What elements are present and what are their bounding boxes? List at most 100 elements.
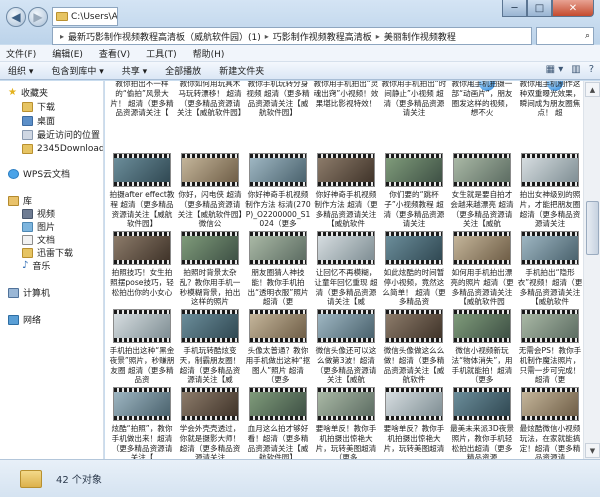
video-file-item[interactable]: 手机拍出“隐形衣”视频！超清（更多精品资源请关注【威航软件 (517, 231, 583, 309)
nav-computer[interactable]: 计算机 (8, 286, 103, 299)
vertical-scrollbar[interactable]: ▲ ▼ (583, 81, 600, 459)
search-box[interactable]: ⌕ (536, 27, 594, 45)
nav-2345downloads[interactable]: 2345Downloads (22, 142, 103, 155)
video-file-item[interactable]: 女生就是要自拍才会越来越漂亮 超清（更多精品资源请关注【威航 (449, 153, 515, 231)
video-file-item[interactable]: 让回忆不再模糊，让童年回忆重现 超清（更多精品资源请关注【威 (313, 231, 379, 309)
video-file-item[interactable]: 炫酷“拍照”，教你手机做出来！超清（更多精品资源请关注【 (109, 387, 175, 459)
menu-file[interactable]: 文件(F) (6, 47, 36, 60)
video-file-item[interactable]: 拍摄after effect教程 超清（更多精品资源请关注【威航软件园】 (109, 153, 175, 231)
nav-recent[interactable]: 最近访问的位置 (22, 128, 103, 141)
video-file-item[interactable]: 你们要的“跳杯子”小视频教程 超清（更多精品资源请关注 (381, 153, 447, 231)
video-thumbnail (521, 231, 579, 265)
video-file-item[interactable]: 最美未来派3D夜景照片，教你手机轻松拍出超清（更多精品资源 (449, 387, 515, 459)
minimize-icon: ─ (511, 2, 518, 14)
video-file-item[interactable]: 如何用手机拍出漂亮的照片 超清（更多精品资源请关注【威航软件园 (449, 231, 515, 309)
video-thumbnail (385, 387, 443, 421)
minimize-button[interactable]: ─ (502, 0, 527, 17)
music-note-icon: ♪ (22, 259, 29, 271)
nav-thunder-downloads[interactable]: 迅雷下载 (22, 246, 103, 259)
forward-button[interactable]: ▶ (28, 7, 48, 27)
video-file-item[interactable]: 教你用手机拍摄一部“动画片”，朋友圈发这样的视频，想不火 (449, 81, 515, 151)
video-file-item[interactable]: 血月这么拍才够好看！超清（更多精品资源请关注【威航软件园】 (245, 387, 311, 459)
video-file-item[interactable]: 教你用手机拍出“灵魂出窍”小视频！效果堪比影视特效！ (313, 81, 379, 151)
menu-edit[interactable]: 编辑(E) (52, 47, 83, 60)
recent-places-icon (22, 129, 33, 140)
nav-wps-cloud[interactable]: WPS云文档 (8, 167, 103, 180)
video-file-item[interactable]: 教你用手机制作这种双重曝光效果，瞬间成为朋友圈焦点！ 超 (517, 81, 583, 151)
video-thumbnail (385, 309, 443, 343)
video-file-item[interactable]: 你好神奇手机视频制作方法 标清(270P)_O2200000_S1024（更多 (245, 153, 311, 231)
video-file-item[interactable]: 要啥单反？教你手机拍摄出惊艳大片，玩转美图超清 (381, 387, 447, 459)
video-thumbnail (453, 309, 511, 343)
include-in-library-button[interactable]: 包含到库中 ▾ (51, 64, 103, 77)
help-icon[interactable]: ? (589, 64, 594, 75)
nav-network[interactable]: 网络 (8, 313, 103, 326)
video-file-item[interactable]: 手机拍出这种“黑金夜景”照片，秒赚朋友圈 超清（更多精品资 (109, 309, 175, 387)
menu-help[interactable]: 帮助(H) (193, 47, 225, 60)
video-file-item[interactable]: 微信小视频新玩法“物体消失”，用手机就能拍！超清（更多 (449, 309, 515, 387)
nav-libraries[interactable]: 库 (8, 194, 103, 207)
maximize-button[interactable]: □ (527, 0, 552, 17)
video-file-item[interactable]: 无需会PS！教你手机制作魔法照片，只需一步可完成！超清（更 (517, 309, 583, 387)
video-thumbnail (385, 231, 443, 265)
nav-music[interactable]: ♪ 音乐 (22, 259, 103, 272)
video-file-item[interactable]: 教你如何用玩具木马玩转漂移！ 超清（更多精品资源请关注【威航软件园】 (177, 81, 243, 151)
scroll-down-button[interactable]: ▼ (585, 443, 600, 458)
breadcrumb[interactable]: ▸ 最新巧影制作视频教程高清板（威航软件园）(1) ▸ 巧影制作视频教程高清板 … (52, 27, 532, 45)
video-file-item[interactable]: 要啥单反！教你手机拍摄出惊艳大片，玩转美图超清（更多 (313, 387, 379, 459)
address-bar[interactable]: C:\Users\Administrator\ (52, 7, 118, 26)
nav-pictures[interactable]: 图片 (22, 220, 103, 233)
view-options-icon[interactable]: ▦ ▾ (546, 64, 564, 75)
breadcrumb-item-3[interactable]: 美丽制作视频教程 (384, 30, 456, 43)
video-file-item[interactable]: 微信头像还可以这么做第3波！超清（更多精品资源请关注【威航 (313, 309, 379, 387)
share-button[interactable]: 共享 ▾ (122, 64, 147, 77)
video-file-item[interactable]: 教你用手机拍出“时间静止”小视频 超清（更多精品资源请关注 (381, 81, 447, 151)
breadcrumb-item-1[interactable]: 最新巧影制作视频教程高清板（威航软件园）(1) (68, 30, 261, 43)
video-file-item[interactable]: 教你手机玩转分身视频 超清（更多精品资源请关注【威航软件园】 (245, 81, 311, 151)
menu-tools[interactable]: 工具(T) (146, 47, 177, 60)
video-file-item[interactable]: 学会外壳壳透过，你就是摄影大师！超清（更多精品资源请关注 (177, 387, 243, 459)
file-name: 教你用手机拍出“灵魂出窍”小视频！效果堪比影视特效！ (313, 81, 379, 108)
video-file-item[interactable]: 微信头像做这么么做！超清（更多精品资源请关注【威航软件 (381, 309, 447, 387)
nav-downloads[interactable]: 下载 (22, 100, 103, 113)
maximize-icon: □ (534, 2, 545, 14)
breadcrumb-item-2[interactable]: 巧影制作视频教程高清板 (273, 30, 372, 43)
video-file-item[interactable]: 朋友圈猜人神技能！教你手机拍出“透明衣服”照片 超清（更 (245, 231, 311, 309)
menu-view[interactable]: 查看(V) (99, 47, 130, 60)
nav-desktop[interactable]: 桌面 (22, 114, 103, 127)
video-file-item[interactable]: 拍照技巧！女生拍照摆pose技巧，轻松拍出你的小女心 (109, 231, 175, 309)
video-file-item[interactable]: 最炫酷微信小视频玩法，在家就能搞定！超清（更多精品资源请 (517, 387, 583, 459)
preview-pane-icon[interactable]: ▥ (571, 64, 580, 75)
network-icon (8, 314, 19, 325)
file-name: 教你用手机制作这种双重曝光效果，瞬间成为朋友圈焦点！ 超 (519, 81, 581, 118)
video-file-item[interactable]: 教你拍出不一样的“偷拍”风景大片！ 超清（更多精品资源请关注【 (109, 81, 175, 151)
nav-label: 计算机 (23, 289, 51, 299)
close-button[interactable]: ✕ (552, 0, 594, 17)
nav-documents[interactable]: 文档 (22, 233, 103, 246)
video-file-item[interactable]: 你好神奇手机视频制作方法 超清（更多精品资源请关注【威航软件 (313, 153, 379, 231)
video-file-item[interactable]: 手机玩转酷炫变天，制霸朋友圈！超清（更多精品资源请关注【威 (177, 309, 243, 387)
nav-favorites[interactable]: ★ 收藏夹 (8, 86, 103, 99)
file-name: 头像太普通？教你用手机做出这种“抠图人”照片 超清（更多 (245, 346, 311, 385)
folder-icon (56, 12, 68, 21)
video-file-item[interactable]: 如此炫酷的时间暂停小视频，竟然这么简单！ 超清（更多精品资 (381, 231, 447, 309)
file-list: 教你拍出不一样的“偷拍”风景大片！ 超清（更多精品资源请关注【 教你如何用玩具木马… (105, 81, 583, 459)
folder-icon (20, 469, 42, 488)
file-name: 教你手机玩转分身视频 超清（更多精品资源请关注【威航软件园】 (246, 81, 310, 118)
video-thumbnail (317, 231, 375, 265)
scroll-up-button[interactable]: ▲ (585, 82, 600, 97)
back-button[interactable]: ◀ (6, 7, 26, 27)
breadcrumb-separator: ▸ (375, 31, 380, 41)
scroll-thumb[interactable] (586, 201, 599, 255)
video-file-item[interactable]: 拍照时背景太杂乱？教你用手机一秒模糊背景，拍出这样的照片 (177, 231, 243, 309)
organize-button[interactable]: 组织 ▾ (8, 64, 33, 77)
search-icon: ⌕ (584, 31, 590, 41)
play-all-button[interactable]: 全部播放 (165, 64, 201, 77)
video-file-item[interactable]: 头像太普通？教你用手机做出这种“抠图人”照片 超清（更多 (245, 309, 311, 387)
video-file-item[interactable]: 你好，闪电侠 超清（更多精品资源请关注【威航软件园】微信公 (177, 153, 243, 231)
nav-videos[interactable]: 视频 (22, 207, 103, 220)
file-name: 朋友圈猜人神技能！教你手机拍出“透明衣服”照片 超清（更 (247, 268, 309, 307)
new-folder-button[interactable]: 新建文件夹 (219, 64, 264, 77)
video-file-item[interactable]: 拍出女神级别的照片，才能把朋友圈 超清（更多精品资源请关注 (517, 153, 583, 231)
file-name: 你好神奇手机视频制作方法 标清(270P)_O2200000_S1024（更多 (245, 190, 311, 229)
